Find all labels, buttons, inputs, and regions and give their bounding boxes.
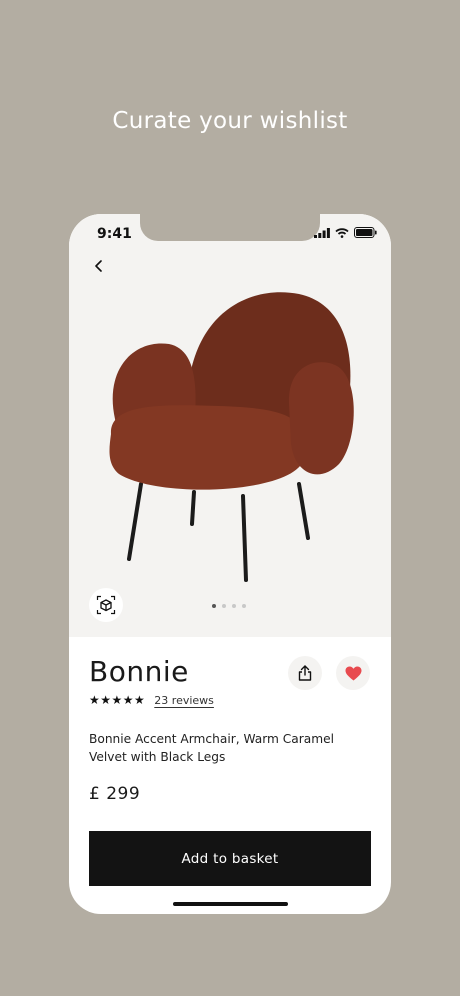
add-to-basket-button[interactable]: Add to basket — [89, 831, 371, 886]
product-description: Bonnie Accent Armchair, Warm Caramel Vel… — [89, 732, 334, 764]
rating-row: ★★★★★ 23 reviews — [89, 693, 214, 707]
favourite-button[interactable] — [336, 656, 370, 690]
ar-view-button[interactable] — [89, 588, 123, 622]
product-image-area[interactable]: 9:41 — [69, 214, 391, 637]
battery-icon — [354, 227, 377, 238]
share-icon — [298, 665, 312, 681]
status-icons — [314, 227, 377, 238]
carousel-dot[interactable] — [242, 604, 246, 608]
carousel-dots[interactable] — [212, 604, 246, 608]
back-icon — [95, 260, 102, 272]
phone-screen: 9:41 Bonnie ★★★★★ 23 reviews Bonnie Acce… — [69, 214, 391, 914]
product-title: Bonnie — [89, 655, 189, 688]
back-button[interactable] — [87, 254, 111, 278]
carousel-dot[interactable] — [222, 604, 226, 608]
status-time: 9:41 — [97, 226, 132, 242]
armchair-image — [109, 292, 354, 582]
carousel-dot[interactable] — [212, 604, 216, 608]
reviews-link[interactable]: 23 reviews — [154, 694, 214, 707]
product-price: £ 299 — [89, 784, 141, 804]
ar-view-icon — [96, 595, 116, 615]
heart-icon — [345, 666, 361, 680]
wifi-icon — [335, 227, 349, 238]
home-indicator[interactable] — [173, 902, 288, 906]
share-button[interactable] — [288, 656, 322, 690]
phone-notch — [140, 214, 320, 241]
headline: Curate your wishlist — [112, 108, 348, 134]
carousel-dot[interactable] — [232, 604, 236, 608]
rating-stars: ★★★★★ — [89, 693, 146, 707]
signal-icon — [314, 227, 330, 238]
